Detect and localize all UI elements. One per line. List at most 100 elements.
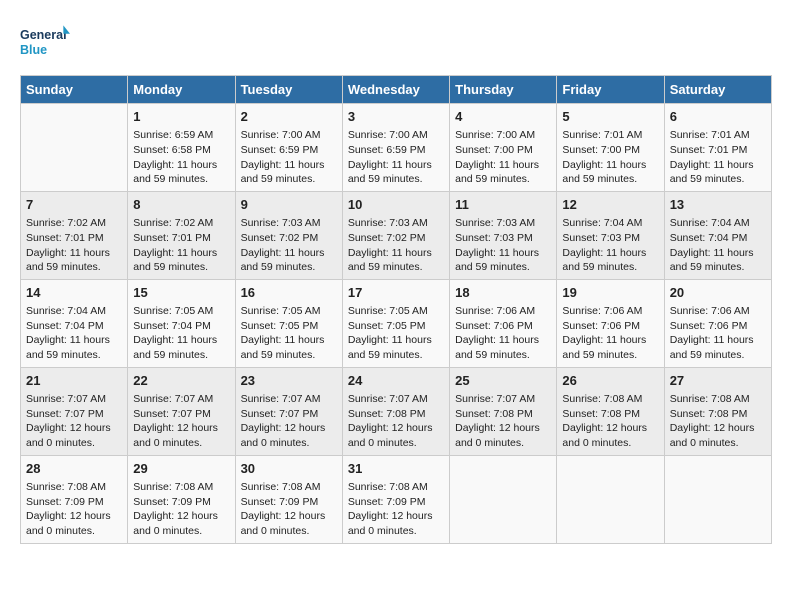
day-info: Sunrise: 7:08 AM Sunset: 7:08 PM Dayligh…: [670, 392, 766, 451]
day-number: 14: [26, 284, 122, 302]
calendar-cell: 31 Sunrise: 7:08 AM Sunset: 7:09 PM Dayli…: [342, 455, 449, 543]
day-info: Sunrise: 7:02 AM Sunset: 7:01 PM Dayligh…: [26, 216, 122, 275]
calendar-cell: [21, 104, 128, 192]
calendar-cell: [450, 455, 557, 543]
calendar-table: SundayMondayTuesdayWednesdayThursdayFrid…: [20, 75, 772, 544]
calendar-cell: 12 Sunrise: 7:04 AM Sunset: 7:03 PM Dayli…: [557, 191, 664, 279]
calendar-cell: 19 Sunrise: 7:06 AM Sunset: 7:06 PM Dayli…: [557, 279, 664, 367]
logo: General Blue: [20, 20, 70, 65]
day-info: Sunrise: 7:05 AM Sunset: 7:05 PM Dayligh…: [348, 304, 444, 363]
day-number: 6: [670, 108, 766, 126]
day-number: 24: [348, 372, 444, 390]
day-info: Sunrise: 7:02 AM Sunset: 7:01 PM Dayligh…: [133, 216, 229, 275]
logo-svg: General Blue: [20, 20, 70, 65]
day-info: Sunrise: 7:05 AM Sunset: 7:05 PM Dayligh…: [241, 304, 337, 363]
day-info: Sunrise: 7:01 AM Sunset: 7:00 PM Dayligh…: [562, 128, 658, 187]
day-number: 31: [348, 460, 444, 478]
svg-text:Blue: Blue: [20, 43, 47, 57]
day-number: 8: [133, 196, 229, 214]
calendar-cell: 5 Sunrise: 7:01 AM Sunset: 7:00 PM Daylig…: [557, 104, 664, 192]
day-number: 9: [241, 196, 337, 214]
day-info: Sunrise: 7:00 AM Sunset: 7:00 PM Dayligh…: [455, 128, 551, 187]
day-header-wednesday: Wednesday: [342, 76, 449, 104]
calendar-cell: 25Sunrise: 7:07 AM Sunset: 7:08 PM Dayli…: [450, 367, 557, 455]
calendar-cell: 28 Sunrise: 7:08 AM Sunset: 7:09 PM Dayli…: [21, 455, 128, 543]
day-number: 25: [455, 372, 551, 390]
page-header: General Blue: [20, 20, 772, 65]
day-info: Sunrise: 7:01 AM Sunset: 7:01 PM Dayligh…: [670, 128, 766, 187]
calendar-cell: 30Sunrise: 7:08 AM Sunset: 7:09 PM Dayli…: [235, 455, 342, 543]
calendar-cell: 1 Sunrise: 6:59 AM Sunset: 6:58 PM Daylig…: [128, 104, 235, 192]
day-info: Sunrise: 7:08 AM Sunset: 7:09 PM Dayligh…: [26, 480, 122, 539]
calendar-cell: 3 Sunrise: 7:00 AM Sunset: 6:59 PM Daylig…: [342, 104, 449, 192]
day-number: 11: [455, 196, 551, 214]
day-header-monday: Monday: [128, 76, 235, 104]
day-number: 12: [562, 196, 658, 214]
calendar-week-3: 21 Sunrise: 7:07 AM Sunset: 7:07 PM Dayli…: [21, 367, 772, 455]
calendar-cell: 23Sunrise: 7:07 AM Sunset: 7:07 PM Dayli…: [235, 367, 342, 455]
day-info: Sunrise: 7:08 AM Sunset: 7:08 PM Dayligh…: [562, 392, 658, 451]
day-info: Sunrise: 7:07 AM Sunset: 7:07 PM Dayligh…: [133, 392, 229, 451]
day-number: 13: [670, 196, 766, 214]
day-info: Sunrise: 7:04 AM Sunset: 7:03 PM Dayligh…: [562, 216, 658, 275]
day-info: Sunrise: 7:06 AM Sunset: 7:06 PM Dayligh…: [455, 304, 551, 363]
day-info: Sunrise: 7:08 AM Sunset: 7:09 PM Dayligh…: [133, 480, 229, 539]
day-number: 7: [26, 196, 122, 214]
day-info: Sunrise: 7:03 AM Sunset: 7:03 PM Dayligh…: [455, 216, 551, 275]
day-number: 4: [455, 108, 551, 126]
calendar-cell: 20 Sunrise: 7:06 AM Sunset: 7:06 PM Dayli…: [664, 279, 771, 367]
calendar-cell: 7 Sunrise: 7:02 AM Sunset: 7:01 PM Daylig…: [21, 191, 128, 279]
day-info: Sunrise: 7:05 AM Sunset: 7:04 PM Dayligh…: [133, 304, 229, 363]
calendar-cell: 9 Sunrise: 7:03 AM Sunset: 7:02 PM Daylig…: [235, 191, 342, 279]
day-number: 29: [133, 460, 229, 478]
day-number: 15: [133, 284, 229, 302]
day-number: 1: [133, 108, 229, 126]
day-number: 28: [26, 460, 122, 478]
day-info: Sunrise: 7:03 AM Sunset: 7:02 PM Dayligh…: [241, 216, 337, 275]
day-info: Sunrise: 6:59 AM Sunset: 6:58 PM Dayligh…: [133, 128, 229, 187]
day-number: 2: [241, 108, 337, 126]
day-info: Sunrise: 7:03 AM Sunset: 7:02 PM Dayligh…: [348, 216, 444, 275]
day-info: Sunrise: 7:07 AM Sunset: 7:08 PM Dayligh…: [348, 392, 444, 451]
day-info: Sunrise: 7:07 AM Sunset: 7:07 PM Dayligh…: [26, 392, 122, 451]
calendar-week-0: 1 Sunrise: 6:59 AM Sunset: 6:58 PM Daylig…: [21, 104, 772, 192]
calendar-cell: 10 Sunrise: 7:03 AM Sunset: 7:02 PM Dayli…: [342, 191, 449, 279]
day-number: 17: [348, 284, 444, 302]
day-number: 16: [241, 284, 337, 302]
calendar-cell: [664, 455, 771, 543]
calendar-cell: 14 Sunrise: 7:04 AM Sunset: 7:04 PM Dayli…: [21, 279, 128, 367]
day-number: 19: [562, 284, 658, 302]
day-number: 3: [348, 108, 444, 126]
day-header-thursday: Thursday: [450, 76, 557, 104]
calendar-week-2: 14 Sunrise: 7:04 AM Sunset: 7:04 PM Dayli…: [21, 279, 772, 367]
calendar-cell: 27 Sunrise: 7:08 AM Sunset: 7:08 PM Dayli…: [664, 367, 771, 455]
day-number: 22: [133, 372, 229, 390]
day-number: 26: [562, 372, 658, 390]
calendar-cell: 13 Sunrise: 7:04 AM Sunset: 7:04 PM Dayli…: [664, 191, 771, 279]
day-info: Sunrise: 7:06 AM Sunset: 7:06 PM Dayligh…: [562, 304, 658, 363]
calendar-cell: 29 Sunrise: 7:08 AM Sunset: 7:09 PM Dayli…: [128, 455, 235, 543]
day-number: 10: [348, 196, 444, 214]
day-info: Sunrise: 7:04 AM Sunset: 7:04 PM Dayligh…: [26, 304, 122, 363]
day-header-friday: Friday: [557, 76, 664, 104]
day-number: 5: [562, 108, 658, 126]
day-info: Sunrise: 7:00 AM Sunset: 6:59 PM Dayligh…: [241, 128, 337, 187]
calendar-cell: 4 Sunrise: 7:00 AM Sunset: 7:00 PM Daylig…: [450, 104, 557, 192]
calendar-cell: [557, 455, 664, 543]
calendar-cell: 11 Sunrise: 7:03 AM Sunset: 7:03 PM Dayli…: [450, 191, 557, 279]
day-number: 21: [26, 372, 122, 390]
calendar-cell: 24 Sunrise: 7:07 AM Sunset: 7:08 PM Dayli…: [342, 367, 449, 455]
calendar-body: 1 Sunrise: 6:59 AM Sunset: 6:58 PM Daylig…: [21, 104, 772, 544]
day-info: Sunrise: 7:00 AM Sunset: 6:59 PM Dayligh…: [348, 128, 444, 187]
day-info: Sunrise: 7:04 AM Sunset: 7:04 PM Dayligh…: [670, 216, 766, 275]
day-number: 20: [670, 284, 766, 302]
calendar-cell: 18Sunrise: 7:06 AM Sunset: 7:06 PM Dayli…: [450, 279, 557, 367]
day-number: 23: [241, 372, 337, 390]
day-info: Sunrise: 7:08 AM Sunset: 7:09 PM Dayligh…: [348, 480, 444, 539]
calendar-cell: 17 Sunrise: 7:05 AM Sunset: 7:05 PM Dayli…: [342, 279, 449, 367]
calendar-cell: 8 Sunrise: 7:02 AM Sunset: 7:01 PM Daylig…: [128, 191, 235, 279]
day-info: Sunrise: 7:06 AM Sunset: 7:06 PM Dayligh…: [670, 304, 766, 363]
calendar-cell: 6 Sunrise: 7:01 AM Sunset: 7:01 PM Daylig…: [664, 104, 771, 192]
day-header-tuesday: Tuesday: [235, 76, 342, 104]
day-number: 27: [670, 372, 766, 390]
